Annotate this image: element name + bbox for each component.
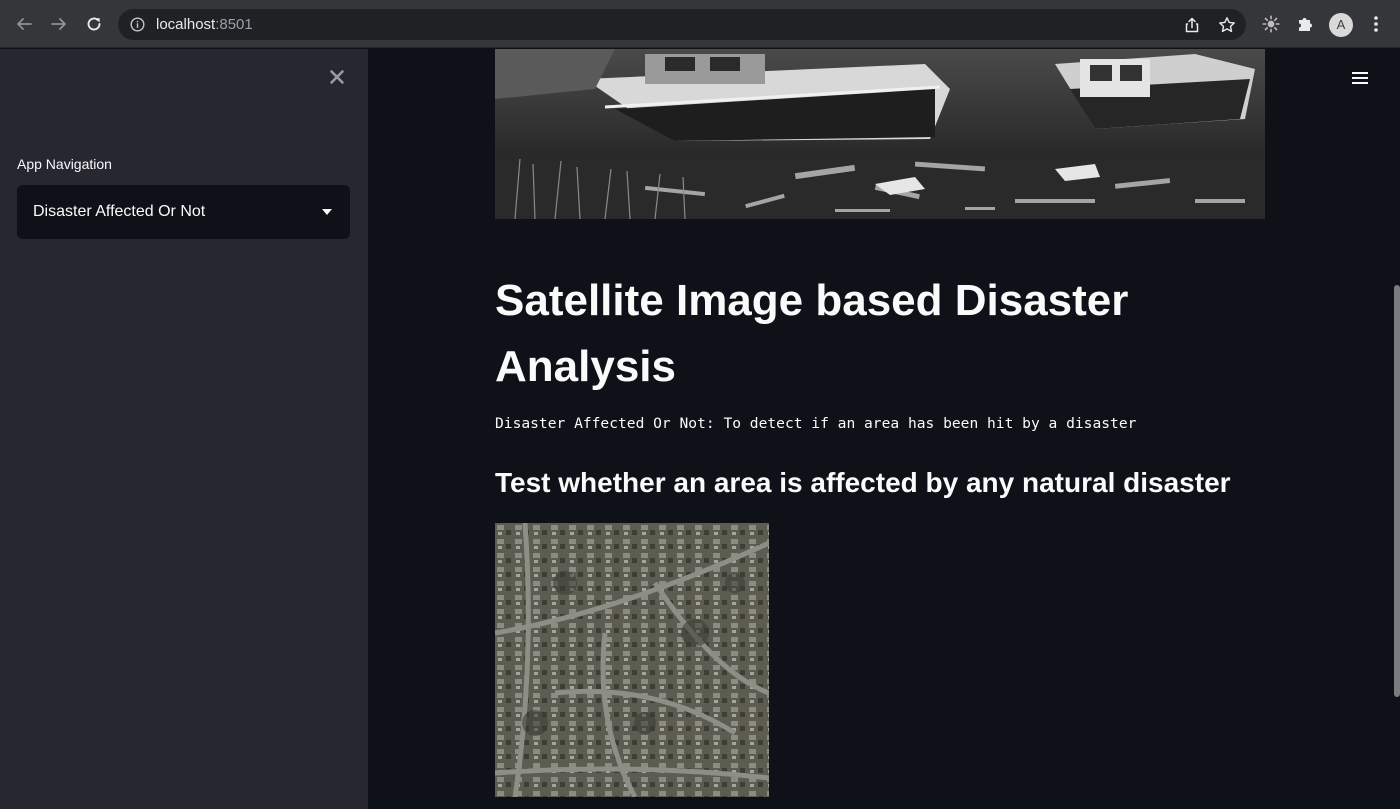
hero-image-graphic — [495, 49, 1265, 219]
address-bar[interactable]: localhost:8501 — [118, 9, 1246, 40]
satellite-image — [495, 523, 769, 797]
page-title: Satellite Image based Disaster Analysis — [495, 276, 1129, 391]
mode-description: Disaster Affected Or Not: To detect if a… — [495, 415, 1137, 432]
back-button[interactable] — [12, 12, 36, 36]
extension-sun-icon — [1262, 15, 1280, 33]
reload-icon — [87, 17, 101, 31]
profile-avatar[interactable]: A — [1329, 13, 1353, 37]
main-content: Satellite Image based Disaster Analysis … — [368, 49, 1400, 809]
bookmark-button[interactable] — [1217, 15, 1237, 35]
url-host: localhost — [156, 16, 216, 33]
kebab-menu-icon — [1374, 16, 1378, 32]
select-value: Disaster Affected Or Not — [33, 203, 206, 220]
forward-button[interactable] — [47, 12, 71, 36]
browser-toolbar: localhost:8501 A — [0, 0, 1400, 48]
hero-image — [495, 49, 1265, 219]
star-icon — [1219, 17, 1235, 33]
scrollbar-thumb[interactable] — [1394, 285, 1400, 697]
caret-down-icon — [322, 209, 332, 215]
extensions-button[interactable] — [1295, 14, 1315, 34]
hamburger-menu-button[interactable] — [1350, 69, 1370, 87]
url-port: :8501 — [215, 16, 253, 33]
share-icon — [1185, 17, 1199, 33]
back-icon — [17, 18, 32, 30]
app-navigation-select[interactable]: Disaster Affected Or Not — [17, 185, 350, 239]
info-icon[interactable] — [130, 17, 145, 32]
section-heading: Test whether an area is affected by any … — [495, 467, 1231, 498]
hamburger-menu-icon — [1352, 72, 1368, 84]
satellite-image-graphic — [495, 523, 769, 797]
app-navigation-label: App Navigation — [17, 156, 112, 172]
reload-button[interactable] — [82, 12, 106, 36]
share-button[interactable] — [1182, 15, 1202, 35]
close-icon — [330, 70, 344, 84]
browser-menu-button[interactable] — [1366, 14, 1386, 34]
sidebar-close-button[interactable] — [326, 66, 348, 88]
extension-button[interactable] — [1261, 14, 1281, 34]
forward-icon — [51, 18, 66, 30]
puzzle-icon — [1299, 18, 1312, 31]
url-text[interactable]: localhost:8501 — [156, 16, 253, 33]
sidebar: App Navigation Disaster Affected Or Not — [0, 49, 368, 809]
